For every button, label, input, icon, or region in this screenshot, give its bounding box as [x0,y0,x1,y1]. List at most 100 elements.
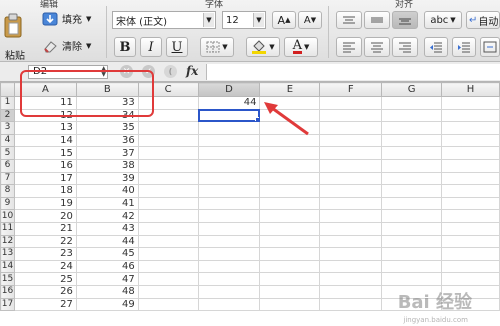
cell-e14[interactable] [259,259,321,274]
italic-button[interactable]: I [140,37,162,57]
decrease-indent-button[interactable] [424,37,448,57]
cell-d13[interactable] [197,247,261,261]
row-header[interactable]: 11 [0,221,15,236]
align-left-button[interactable] [336,37,362,57]
cell-d4[interactable] [197,133,261,148]
cell-a12[interactable]: 22 [13,234,77,249]
cell-c15[interactable] [137,272,199,286]
cell-c13[interactable] [137,247,199,261]
cell-b2[interactable]: 34 [75,108,139,123]
cell-d2[interactable] [197,108,261,123]
cell-h10[interactable] [441,209,500,223]
cell-h13[interactable] [441,247,500,261]
cell-e5[interactable] [259,146,321,160]
cell-b1[interactable]: 33 [75,96,139,110]
cell-f14[interactable] [319,259,383,274]
row-header[interactable]: 14 [0,259,15,274]
cell-e10[interactable] [259,209,321,223]
row-header[interactable]: 17 [0,297,15,312]
row-header[interactable]: 9 [0,196,15,211]
select-all-corner[interactable] [0,82,15,97]
align-top-button[interactable] [336,11,362,29]
cell-a4[interactable]: 14 [13,133,77,148]
cell-a11[interactable]: 21 [13,221,77,236]
cell-h14[interactable] [441,259,500,274]
cell-h15[interactable] [441,272,500,286]
row-header[interactable]: 3 [0,121,15,135]
column-header-d[interactable]: D [197,82,261,97]
cell-f7[interactable] [319,171,383,186]
cell-c12[interactable] [137,234,199,249]
font-name-select[interactable]: 宋体 (正文) ▼ [112,11,216,29]
cell-g4[interactable] [381,133,443,148]
cell-e4[interactable] [259,133,321,148]
cell-f13[interactable] [319,247,383,261]
cell-c9[interactable] [137,196,199,211]
cell-g7[interactable] [381,171,443,186]
row-header[interactable]: 6 [0,158,15,173]
row-header[interactable]: 13 [0,247,15,261]
cell-d8[interactable] [197,184,261,198]
cell-g9[interactable] [381,196,443,211]
cell-c10[interactable] [137,209,199,223]
increase-indent-button[interactable] [452,37,476,57]
fill-color-button[interactable]: ▼ [246,37,280,57]
cell-a10[interactable]: 20 [13,209,77,223]
cell-c14[interactable] [137,259,199,274]
cell-b10[interactable]: 42 [75,209,139,223]
cell-b12[interactable]: 44 [75,234,139,249]
cell-c5[interactable] [137,146,199,160]
cell-b3[interactable]: 35 [75,121,139,135]
cell-d9[interactable] [197,196,261,211]
cell-g1[interactable] [381,96,443,110]
fill-button[interactable]: 填充 ▼ [42,11,91,26]
cell-a14[interactable]: 24 [13,259,77,274]
cell-e12[interactable] [259,234,321,249]
cell-c2[interactable] [137,108,199,123]
cancel-icon[interactable]: ✕ [120,65,133,78]
cell-d1[interactable]: 44 [197,96,261,110]
cell-h4[interactable] [441,133,500,148]
cell-f8[interactable] [319,184,383,198]
cell-f11[interactable] [319,221,383,236]
cell-c16[interactable] [137,284,199,299]
cell-f12[interactable] [319,234,383,249]
cell-f15[interactable] [319,272,383,286]
row-header[interactable]: 4 [0,133,15,148]
cell-d10[interactable] [197,209,261,223]
cell-f4[interactable] [319,133,383,148]
cell-a16[interactable]: 26 [13,284,77,299]
cell-a3[interactable]: 13 [13,121,77,135]
cell-h6[interactable] [441,158,500,173]
cell-f17[interactable] [319,297,383,312]
cell-e11[interactable] [259,221,321,236]
row-header[interactable]: 7 [0,171,15,186]
cell-a6[interactable]: 16 [13,158,77,173]
cell-a9[interactable]: 19 [13,196,77,211]
cell-g8[interactable] [381,184,443,198]
cell-e15[interactable] [259,272,321,286]
borders-button[interactable]: ▼ [200,37,234,57]
column-header-e[interactable]: E [259,82,321,97]
cell-b15[interactable]: 47 [75,272,139,286]
underline-button[interactable]: U [166,37,188,57]
cell-b14[interactable]: 46 [75,259,139,274]
fx-icon[interactable]: fx [186,64,198,78]
cell-c6[interactable] [137,158,199,173]
cell-d11[interactable] [197,221,261,236]
row-header[interactable]: 16 [0,284,15,299]
cell-c4[interactable] [137,133,199,148]
column-header-c[interactable]: C [137,82,199,97]
cell-b4[interactable]: 36 [75,133,139,148]
align-right-button[interactable] [392,37,418,57]
column-header-b[interactable]: B [75,82,139,97]
align-middle-button[interactable] [364,11,390,29]
cell-b8[interactable]: 40 [75,184,139,198]
cell-g3[interactable] [381,121,443,135]
row-header[interactable]: 12 [0,234,15,249]
font-color-button[interactable]: A ▼ [284,37,318,57]
align-bottom-button[interactable] [392,11,418,29]
row-header[interactable]: 10 [0,209,15,223]
grow-font-button[interactable]: A ▲ [272,11,296,29]
cell-b7[interactable]: 39 [75,171,139,186]
